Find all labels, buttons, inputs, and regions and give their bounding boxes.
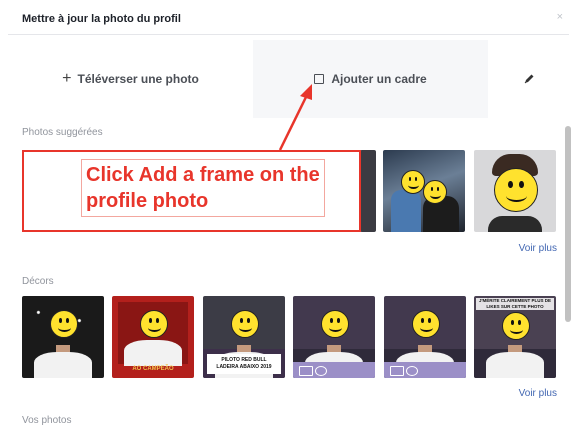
your-photos-label: Vos photos: [22, 415, 72, 426]
annotation-box: Click Add a frame on the profile photo: [22, 150, 361, 232]
dialog-header: Mettre à jour la photo du profil ×: [8, 6, 569, 35]
suggested-photo-thumbnail[interactable]: [383, 150, 465, 232]
scrollbar[interactable]: [565, 126, 571, 322]
frame-option[interactable]: [293, 296, 375, 378]
suggested-photo-thumbnail[interactable]: [474, 150, 556, 232]
frames-label: Décors: [22, 276, 54, 287]
frame-band: [293, 362, 375, 378]
circle-icon: [406, 366, 418, 376]
frame-option[interactable]: AO CAMPEÃO: [112, 296, 194, 378]
smiley-icon: [50, 310, 78, 338]
smiley-icon: [140, 310, 168, 338]
close-icon[interactable]: ×: [557, 11, 563, 23]
person-shirt: [486, 351, 544, 378]
photo-actions: + Téléverser une photo Ajouter un cadre: [8, 40, 569, 118]
smiley-icon: [231, 310, 259, 338]
frame-caption: AO CAMPEÃO: [132, 366, 174, 372]
smiley-icon: [401, 170, 425, 194]
upload-photo-label: Téléverser une photo: [77, 72, 199, 86]
shirt-shape: [488, 216, 542, 232]
upload-photo-button[interactable]: + Téléverser une photo: [8, 40, 253, 118]
smiley-icon: [494, 168, 538, 212]
smiley-icon: [502, 312, 530, 340]
suggested-photos-label: Photos suggérées: [22, 127, 103, 138]
plus-icon: +: [62, 70, 72, 87]
frame-option[interactable]: [22, 296, 104, 378]
see-more-suggested-link[interactable]: Voir plus: [519, 243, 557, 254]
frame-caption: PILOTO RED BULL LADEIRA ABAIXO 2019: [207, 354, 281, 374]
frame-caption: J'MÉRITE CLAIREMENT PLUS DE LIKES SUR CE…: [476, 298, 554, 310]
annotation-text: Click Add a frame on the profile photo: [81, 159, 325, 217]
see-more-frames-link[interactable]: Voir plus: [519, 388, 557, 399]
dialog-title: Mettre à jour la photo du profil: [22, 13, 181, 25]
frame-option[interactable]: J'MÉRITE CLAIREMENT PLUS DE LIKES SUR CE…: [474, 296, 556, 378]
frame-option[interactable]: PILOTO RED BULL LADEIRA ABAIXO 2019: [203, 296, 285, 378]
edit-photo-button[interactable]: [488, 40, 569, 118]
smiley-icon: [321, 310, 349, 338]
add-frame-label: Ajouter un cadre: [331, 72, 427, 86]
person-shirt: [124, 339, 182, 366]
frame-option[interactable]: [384, 296, 466, 378]
smiley-icon: [423, 180, 447, 204]
camera-icon: [299, 366, 313, 376]
person-shape: [391, 190, 421, 232]
camera-icon: [390, 366, 404, 376]
pencil-icon: [524, 74, 533, 84]
frame-band: [384, 362, 466, 378]
circle-icon: [315, 366, 327, 376]
person-shirt: [34, 351, 92, 378]
smiley-icon: [412, 310, 440, 338]
suggested-photo-thumbnail[interactable]: [360, 150, 376, 232]
update-profile-photo-dialog: Mettre à jour la photo du profil × + Tél…: [0, 0, 577, 426]
frame-icon: [314, 74, 325, 84]
add-frame-button[interactable]: Ajouter un cadre: [253, 40, 488, 118]
